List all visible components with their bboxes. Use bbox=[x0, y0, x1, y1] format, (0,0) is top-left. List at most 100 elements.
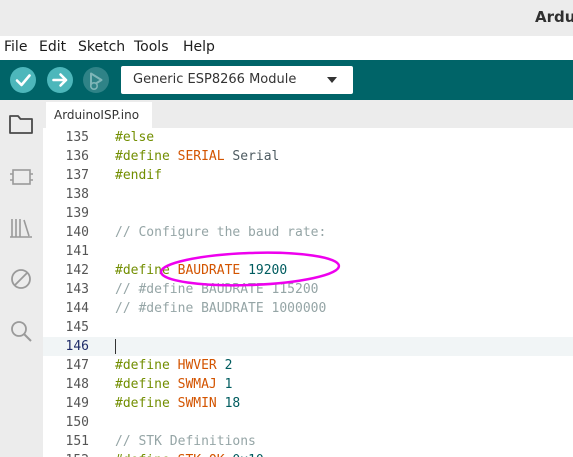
code-line[interactable]: 146 bbox=[43, 337, 573, 356]
library-manager-button[interactable] bbox=[7, 214, 35, 242]
folder-icon bbox=[9, 115, 33, 134]
code-token: STK_OK bbox=[178, 453, 225, 457]
code-token: // #define BAUDRATE 1000000 bbox=[115, 301, 327, 316]
window-title: Arduir bbox=[535, 8, 573, 26]
code-token: 1 bbox=[224, 377, 233, 392]
code-token: // Configure the baud rate: bbox=[115, 225, 327, 240]
code-line[interactable]: 149 #define SWMIN 18 bbox=[43, 394, 573, 413]
highlight-ellipse bbox=[160, 251, 341, 287]
title-bar: Arduir bbox=[0, 0, 573, 36]
boards-manager-button[interactable] bbox=[7, 163, 35, 191]
line-number: 147 bbox=[65, 358, 89, 373]
line-number: 148 bbox=[65, 377, 89, 392]
code-line[interactable]: 151 // STK Definitions bbox=[43, 432, 573, 451]
line-number: 144 bbox=[65, 301, 89, 316]
arrow-right-icon bbox=[47, 67, 73, 93]
toolbar: Generic ESP8266 Module bbox=[0, 60, 573, 100]
code-text: #define SERIAL Serial bbox=[115, 147, 279, 166]
code-text: // STK Definitions bbox=[115, 432, 256, 451]
line-number: 142 bbox=[65, 263, 89, 278]
line-number: 151 bbox=[65, 434, 89, 449]
debug-icon bbox=[83, 67, 109, 93]
line-number: 141 bbox=[65, 244, 89, 259]
menu-bar: File Edit Sketch Tools Help bbox=[0, 36, 573, 60]
code-token: 0x10 bbox=[232, 453, 263, 457]
code-line[interactable]: 144 // #define BAUDRATE 1000000 bbox=[43, 299, 573, 318]
code-text: #define SWMAJ 1 bbox=[115, 375, 232, 394]
line-number: 138 bbox=[65, 187, 89, 202]
code-token: SWMIN bbox=[177, 396, 217, 411]
debug-button[interactable] bbox=[82, 66, 110, 94]
no-entry-icon bbox=[11, 269, 31, 289]
code-line[interactable]: 145 bbox=[43, 318, 573, 337]
menu-sketch[interactable]: Sketch bbox=[78, 39, 125, 55]
board-icon bbox=[10, 169, 33, 185]
library-icon bbox=[10, 219, 32, 238]
code-text: // #define BAUDRATE 1000000 bbox=[115, 299, 326, 318]
code-line[interactable]: 139 bbox=[43, 204, 573, 223]
code-line[interactable]: 140 // Configure the baud rate: bbox=[43, 223, 573, 242]
code-token: #else bbox=[115, 130, 155, 145]
code-token: #define bbox=[115, 453, 178, 457]
menu-edit[interactable]: Edit bbox=[39, 39, 66, 55]
code-token: SERIAL bbox=[177, 149, 225, 164]
code-line[interactable]: 147 #define HWVER 2 bbox=[43, 356, 573, 375]
board-selector[interactable]: Generic ESP8266 Module bbox=[121, 66, 353, 94]
caret-down-icon bbox=[327, 77, 337, 83]
line-number: 139 bbox=[65, 206, 89, 221]
code-line[interactable]: 152 #define STK_OK 0x10 bbox=[43, 451, 573, 457]
line-number: 149 bbox=[65, 396, 89, 411]
line-number: 137 bbox=[65, 168, 89, 183]
code-line[interactable]: 136 #define SERIAL Serial bbox=[43, 147, 573, 166]
code-text: #define SWMIN 18 bbox=[115, 394, 240, 413]
code-token: #endif bbox=[115, 168, 162, 183]
tab-label: ArduinoISP.ino bbox=[54, 108, 140, 122]
line-number: 140 bbox=[65, 225, 89, 240]
upload-button[interactable] bbox=[46, 66, 74, 94]
code-line[interactable]: 138 bbox=[43, 185, 573, 204]
search-icon bbox=[11, 321, 32, 342]
code-text: #define STK_OK 0x10 bbox=[115, 451, 264, 457]
code-line[interactable]: 135 #else bbox=[43, 128, 573, 147]
tab-bar: ArduinoISP.ino bbox=[43, 100, 573, 128]
code-line[interactable]: 137 #endif bbox=[43, 166, 573, 185]
code-line[interactable]: 150 bbox=[43, 413, 573, 432]
verify-button[interactable] bbox=[9, 66, 37, 94]
line-number: 136 bbox=[65, 149, 89, 164]
code-token: Serial bbox=[224, 149, 280, 164]
menu-file[interactable]: File bbox=[4, 39, 27, 55]
board-name: Generic ESP8266 Module bbox=[133, 72, 297, 87]
code-token: // STK Definitions bbox=[115, 434, 256, 449]
line-number: 150 bbox=[65, 415, 89, 430]
code-text: #define HWVER 2 bbox=[115, 356, 232, 375]
code-token: #define bbox=[115, 377, 178, 392]
sketchbook-button[interactable] bbox=[7, 110, 35, 138]
code-token: #define bbox=[115, 396, 178, 411]
search-button[interactable] bbox=[7, 317, 35, 345]
code-text: #else bbox=[115, 128, 154, 147]
code-token: 2 bbox=[224, 358, 233, 373]
line-number: 135 bbox=[65, 130, 89, 145]
text-cursor bbox=[115, 339, 116, 354]
line-number: 146 bbox=[65, 339, 89, 354]
code-token: 18 bbox=[224, 396, 241, 411]
code-line[interactable]: 148 #define SWMAJ 1 bbox=[43, 375, 573, 394]
line-number: 145 bbox=[65, 320, 89, 335]
tab-arduinoisp[interactable]: ArduinoISP.ino bbox=[46, 102, 152, 128]
menu-tools[interactable]: Tools bbox=[134, 39, 169, 55]
line-number: 143 bbox=[65, 282, 89, 297]
sidebar bbox=[0, 100, 43, 457]
code-text: #endif bbox=[115, 166, 162, 185]
code-token: #define bbox=[115, 149, 178, 164]
code-token: SWMAJ bbox=[177, 377, 217, 392]
code-text: // Configure the baud rate: bbox=[115, 223, 326, 242]
menu-help[interactable]: Help bbox=[183, 39, 215, 55]
line-number: 152 bbox=[43, 451, 89, 457]
code-token: #define bbox=[115, 358, 178, 373]
check-icon bbox=[10, 67, 36, 93]
debugger-button[interactable] bbox=[7, 265, 35, 293]
code-token: HWVER bbox=[177, 358, 217, 373]
